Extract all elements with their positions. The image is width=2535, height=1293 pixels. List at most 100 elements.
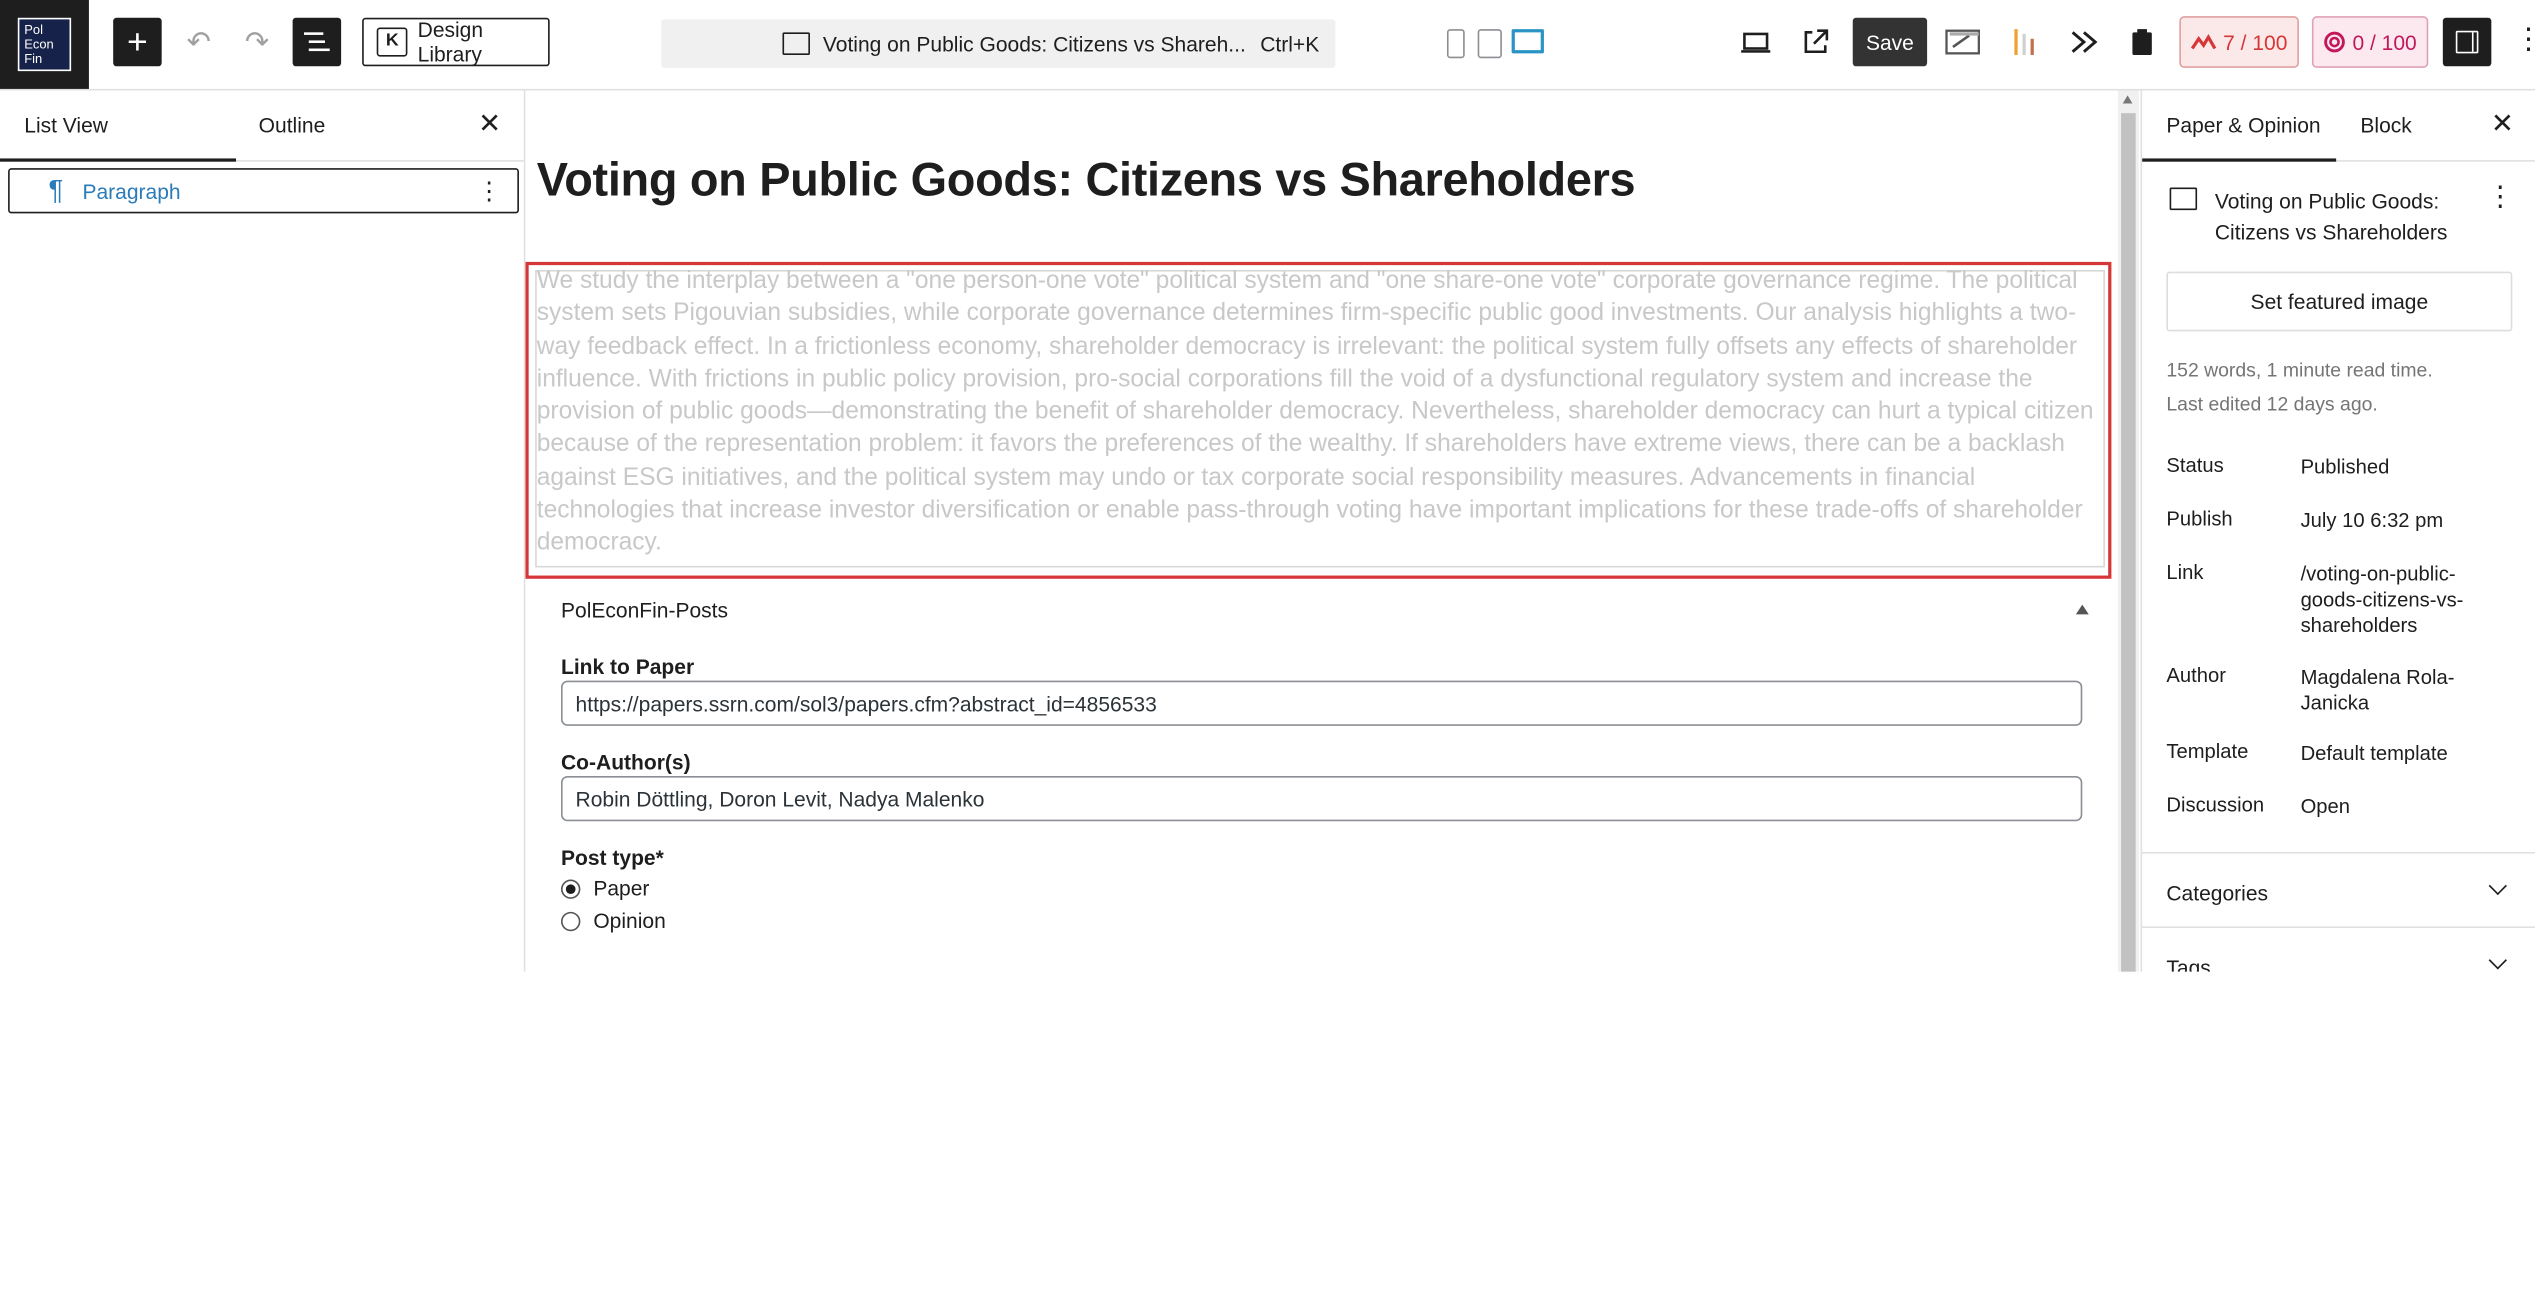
- view-laptop-icon[interactable]: [1740, 26, 1772, 58]
- categories-title: Categories: [2166, 881, 2269, 906]
- close-icon[interactable]: ✕: [2491, 108, 2514, 140]
- scroll-up-arrow-icon[interactable]: [2122, 95, 2133, 104]
- readability-score-icon: [2324, 31, 2346, 53]
- design-library-label: Design Library: [417, 17, 484, 67]
- post-type-option-opinion[interactable]: Opinion: [560, 908, 666, 933]
- link-to-paper-label: Link to Paper: [560, 654, 695, 680]
- undo-icon: ↶: [186, 25, 212, 58]
- tags-title: Tags: [2166, 955, 2211, 972]
- command-bar-shortcut: Ctrl+K: [1260, 31, 1320, 56]
- discussion-value[interactable]: Open: [2301, 794, 2479, 820]
- speed-optimizer-icon[interactable]: [2068, 26, 2100, 58]
- tab-list-view[interactable]: List View: [24, 113, 108, 137]
- settings-tabs: Paper & Opinion Block ✕: [2142, 91, 2535, 162]
- post-type-label: Post type*: [560, 845, 664, 870]
- seo-score-icon: [2191, 33, 2217, 50]
- status-value[interactable]: Published: [2301, 454, 2479, 480]
- save-label: Save: [1865, 29, 1914, 55]
- undo-button[interactable]: ↶: [181, 18, 217, 67]
- tags-panel[interactable]: Tags: [2142, 926, 2535, 972]
- chevron-down-icon: [2488, 951, 2507, 970]
- list-view-item-label: Paragraph: [82, 179, 181, 204]
- status-key: Status: [2166, 454, 2224, 477]
- command-palette-bar[interactable]: Voting on Public Goods: Citizens vs Shar…: [661, 19, 1336, 68]
- post-type-option-paper[interactable]: Paper: [560, 876, 650, 901]
- add-block-button[interactable]: +: [113, 17, 162, 67]
- template-key: Template: [2166, 740, 2249, 764]
- external-link-icon[interactable]: [1799, 26, 1831, 58]
- link-key: Link: [2166, 560, 2204, 584]
- settings-sidebar: Paper & Opinion Block ✕ Voting on Public…: [2140, 90, 2535, 972]
- coauthors-label: Co-Author(s): [560, 750, 691, 775]
- editor-screen: Pol Econ Fin + ↶ ↷ K Design Library Voti…: [0, 0, 2535, 1293]
- document-overview-button[interactable]: [292, 17, 342, 67]
- publish-key: Publish: [2166, 507, 2233, 531]
- featured-image-label: Set featured image: [2250, 289, 2429, 314]
- meta-box-title[interactable]: PolEconFin-Posts: [561, 598, 728, 622]
- editor-canvas: Voting on Public Goods: Citizens vs Shar…: [525, 90, 2118, 972]
- stats-bars-icon[interactable]: [2010, 26, 2042, 58]
- publish-value[interactable]: July 10 6:32 pm: [2301, 508, 2479, 534]
- design-library-icon: K: [376, 27, 408, 57]
- last-edited-text: Last edited 12 days ago.: [2166, 392, 2378, 416]
- site-logo[interactable]: Pol Econ Fin: [0, 0, 89, 89]
- pilcrow-icon: ¶: [48, 174, 64, 206]
- readability-score-badge[interactable]: 0 / 100: [2311, 16, 2429, 68]
- seo-score-value: 7 / 100: [2223, 29, 2288, 55]
- block-options-kebab-icon[interactable]: ⋮: [477, 176, 501, 205]
- seo-score-badge[interactable]: 7 / 100: [2179, 16, 2299, 68]
- command-bar-title: Voting on Public Goods: Citizens vs Shar…: [822, 31, 1246, 56]
- save-button[interactable]: Save: [1852, 17, 1928, 67]
- document-icon: [2169, 187, 2198, 211]
- radio-unchecked[interactable]: [560, 911, 581, 931]
- word-count-text: 152 words, 1 minute read time.: [2166, 358, 2433, 382]
- redo-icon: ↷: [244, 25, 270, 58]
- list-view-panel: List View Outline ✕ ¶ Paragraph ⋮: [0, 90, 526, 972]
- sidebar-icon: [2455, 30, 2479, 54]
- document-icon: [782, 32, 810, 55]
- author-key: Author: [2166, 664, 2226, 688]
- post-title[interactable]: Voting on Public Goods: Citizens vs Shar…: [537, 155, 1636, 208]
- link-to-paper-input[interactable]: https://papers.ssrn.com/sol3/papers.cfm?…: [560, 680, 2083, 726]
- logo-text-line: Econ: [24, 37, 54, 52]
- edit-post-icon[interactable]: [1945, 26, 1982, 58]
- close-icon[interactable]: ✕: [478, 108, 501, 140]
- chevron-down-icon: [2488, 876, 2507, 896]
- post-stats: 152 words, 1 minute read time. Last edit…: [2166, 354, 2522, 422]
- radio-label: Opinion: [593, 908, 666, 933]
- tab-paper-opinion[interactable]: Paper & Opinion: [2166, 113, 2320, 137]
- mobile-preview-icon[interactable]: [1446, 29, 1465, 59]
- document-actions-kebab-icon[interactable]: ⋮: [2486, 181, 2513, 213]
- tablet-preview-icon[interactable]: [1477, 29, 1502, 59]
- link-value[interactable]: /voting-on-public-goods-citizens-vs-shar…: [2301, 561, 2479, 639]
- paragraph-block[interactable]: We study the interplay between a "one pe…: [537, 265, 2105, 560]
- radio-checked[interactable]: [560, 878, 581, 899]
- categories-panel[interactable]: Categories: [2142, 852, 2535, 928]
- redo-button[interactable]: ↷: [239, 18, 275, 67]
- coauthors-input[interactable]: Robin Döttling, Doron Levit, Nadya Malen…: [560, 776, 2083, 822]
- list-view-item-paragraph[interactable]: ¶ Paragraph ⋮: [8, 168, 519, 214]
- document-title: Voting on Public Goods: Citizens vs Shar…: [2214, 189, 2448, 245]
- logo-text-line: Pol: [24, 22, 43, 38]
- settings-sidebar-toggle[interactable]: [2442, 17, 2492, 67]
- list-view-icon: [303, 32, 330, 52]
- active-tab-indicator: [0, 158, 237, 162]
- template-value[interactable]: Default template: [2301, 740, 2479, 766]
- plus-icon: +: [127, 21, 148, 62]
- set-featured-image-button[interactable]: Set featured image: [2166, 271, 2513, 332]
- logo-mark: Pol Econ Fin: [17, 17, 72, 72]
- clipboard-icon[interactable]: [2126, 26, 2158, 58]
- readability-score-value: 0 / 100: [2352, 29, 2417, 55]
- logo-text-line: Fin: [24, 51, 43, 67]
- tab-outline[interactable]: Outline: [259, 113, 326, 137]
- desktop-preview-icon[interactable]: [1511, 29, 1544, 54]
- collapse-caret-icon[interactable]: [2075, 604, 2089, 615]
- author-value[interactable]: Magdalena Rola-Janicka: [2301, 664, 2479, 716]
- options-kebab-icon[interactable]: ⋮: [2514, 23, 2535, 57]
- editor-scrollbar[interactable]: [2117, 90, 2139, 972]
- radio-label: Paper: [593, 876, 650, 901]
- top-toolbar: Pol Econ Fin + ↶ ↷ K Design Library Voti…: [0, 0, 2535, 91]
- design-library-button[interactable]: K Design Library: [362, 17, 550, 67]
- tab-block[interactable]: Block: [2360, 113, 2411, 137]
- scrollbar-thumb[interactable]: [2121, 113, 2136, 972]
